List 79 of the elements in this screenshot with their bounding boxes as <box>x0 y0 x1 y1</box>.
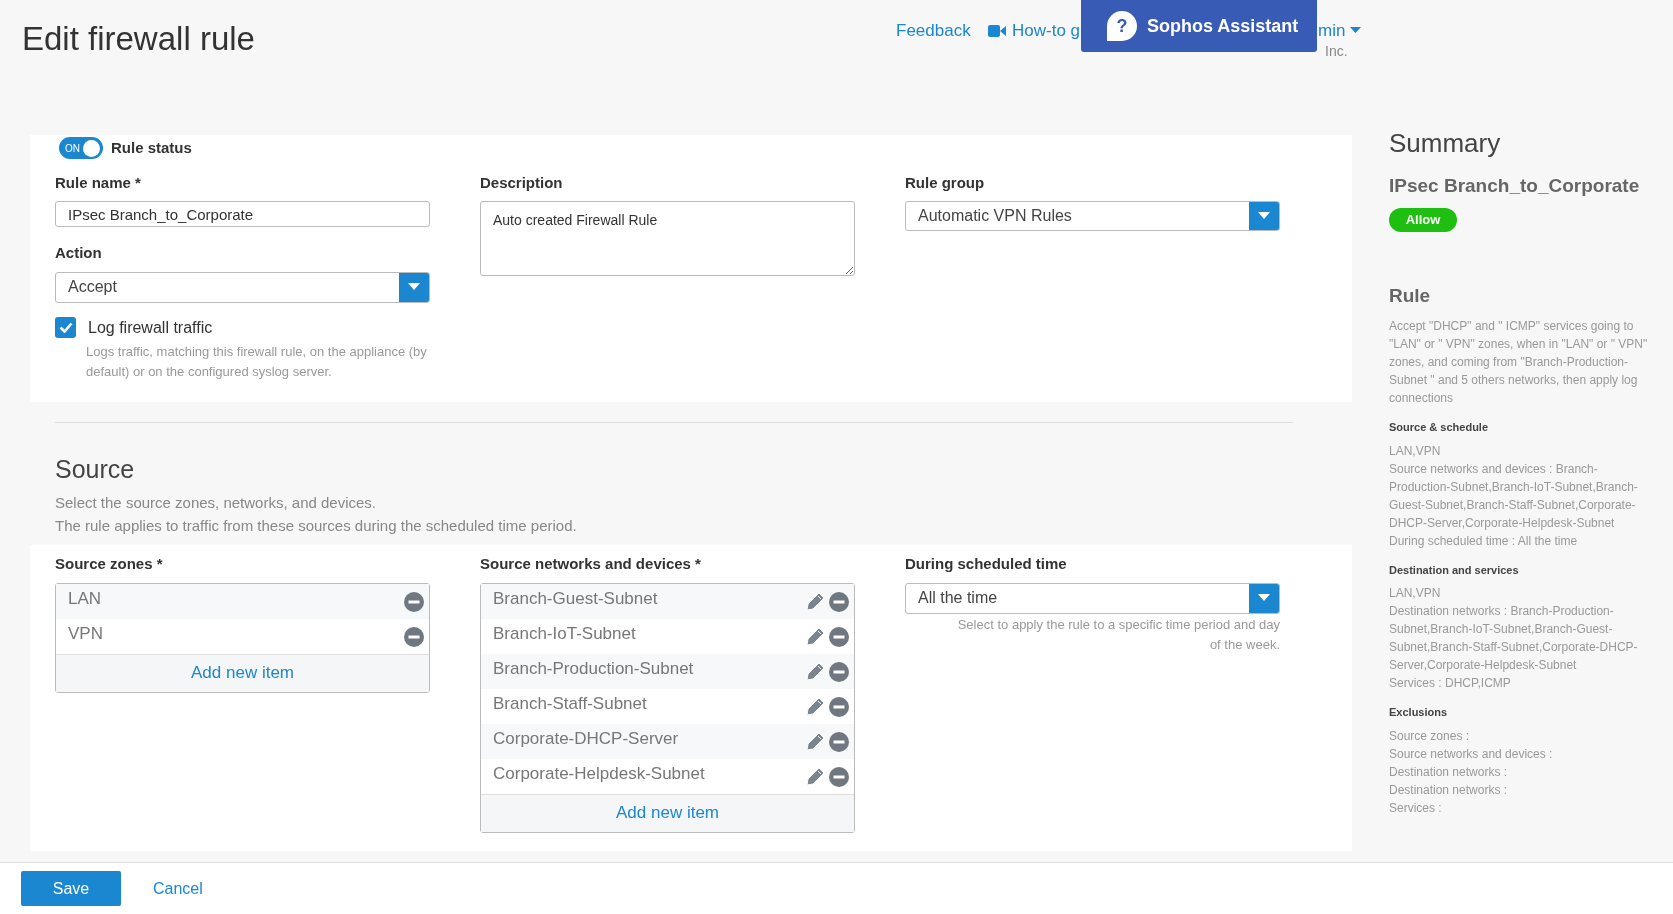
save-button[interactable]: Save <box>21 871 121 906</box>
cancel-link[interactable]: Cancel <box>153 876 203 901</box>
remove-icon[interactable] <box>829 696 849 717</box>
remove-icon[interactable] <box>829 731 849 752</box>
field-label: Rule group <box>905 172 986 193</box>
dropdown-caret-icon[interactable] <box>1249 583 1279 613</box>
list-item: LAN <box>68 587 103 610</box>
check-icon <box>58 322 73 333</box>
help-text: Logs traffic, matching this firewall rule, on the appliance (by default) or on the configured syslog server. <box>86 342 428 381</box>
summary-subheading: Destination and services <box>1389 562 1520 578</box>
summary-rule-name: IPsec Branch_to_Corporate <box>1389 174 1641 198</box>
remove-icon[interactable] <box>829 626 849 647</box>
list-item: Branch-Production-Subnet <box>493 657 695 680</box>
section-heading: Source <box>55 453 136 485</box>
summary-subheading: Source & schedule <box>1389 420 1490 435</box>
summary-line: Services : <box>1389 799 1443 817</box>
summary-line: During scheduled time : All the time <box>1389 532 1579 550</box>
help-bubble-icon: ? <box>1107 11 1137 41</box>
remove-icon[interactable] <box>829 661 849 682</box>
status-toggle[interactable]: ON <box>59 137 103 160</box>
list-item: Corporate-DHCP-Server <box>493 727 680 750</box>
add-item-link[interactable]: Add new item <box>191 660 294 686</box>
assistant-button[interactable]: ? Sophos Assistant <box>1081 0 1317 52</box>
section-description: Select the source zones, networks, and devices. <box>55 493 377 513</box>
field-label: During scheduled time <box>905 554 1068 574</box>
field-label: Rule name * <box>55 172 142 193</box>
how-to-link[interactable]: How-to g <box>988 18 1081 44</box>
field-label: Source networks and devices * <box>480 554 702 574</box>
add-item-link[interactable]: Add new item <box>616 800 719 826</box>
summary-line: LAN,VPN <box>1389 585 1442 602</box>
company-name: Inc. <box>1325 42 1348 61</box>
feedback-link[interactable]: Feedback <box>896 18 971 44</box>
log-checkbox[interactable] <box>55 317 76 338</box>
list-item: Branch-IoT-Subnet <box>493 622 637 645</box>
summary-line: Source networks and devices : Branch-Production-Subnet,Branch-IoT-Subnet,Branch-Guest-Subnet,Branch-Staff-Subnet,Corporate-DHCP-Server,Corporate-Helpdesk-Subnet <box>1389 460 1639 532</box>
list-item: Branch-Staff-Subnet <box>493 692 648 715</box>
summary-subheading: Exclusions <box>1389 705 1449 720</box>
edit-pencil-icon[interactable] <box>805 661 825 682</box>
remove-icon[interactable] <box>829 766 849 787</box>
field-label: Action <box>55 243 103 263</box>
edit-pencil-icon[interactable] <box>805 591 825 612</box>
summary-line: LAN,VPN <box>1389 442 1442 460</box>
video-camera-icon <box>988 24 1006 37</box>
admin-menu[interactable]: min <box>1318 18 1362 44</box>
remove-icon[interactable] <box>404 591 424 612</box>
summary-line: Source zones : <box>1389 727 1471 745</box>
dropdown-caret-icon[interactable] <box>1249 202 1279 230</box>
summary-text: Accept "DHCP" and " ICMP" services going to "LAN" or " VPN" zones, when in "LAN" or " VPN" zones, and coming from "Branch-Production-Subnet " and 5 others networks, then apply log connections <box>1389 318 1649 407</box>
summary-line: Destination networks : <box>1389 763 1509 781</box>
rule-name-field[interactable]: IPsec Branch_to_Corporate <box>55 201 430 227</box>
summary-line: Destination networks : Branch-Production-Subnet,Branch-IoT-Subnet,Branch-Guest-Subnet,Branch-Staff-Subnet,Corporate-DHCP-Server,Corporate-Helpdesk-Subnet <box>1389 603 1639 674</box>
action-select[interactable]: Accept <box>55 271 430 303</box>
caret-icon <box>1350 27 1362 35</box>
list-item: Corporate-Helpdesk-Subnet <box>493 762 706 785</box>
section-description: The rule applies to traffic from these sources during the scheduled time period. <box>55 516 578 536</box>
edit-pencil-icon[interactable] <box>805 766 825 787</box>
edit-pencil-icon[interactable] <box>805 731 825 752</box>
edit-pencil-icon[interactable] <box>805 696 825 717</box>
list-item: VPN <box>68 622 104 645</box>
summary-title: Summary <box>1389 127 1502 160</box>
toggle-label: Rule status <box>111 138 192 158</box>
rule-group-select[interactable]: Automatic VPN Rules <box>905 201 1280 231</box>
list-item: Branch-Guest-Subnet <box>493 587 659 610</box>
summary-heading: Rule <box>1389 283 1432 308</box>
remove-icon[interactable] <box>404 626 424 647</box>
edit-pencil-icon[interactable] <box>805 626 825 647</box>
summary-line: Destination networks : <box>1389 781 1509 799</box>
summary-line: Source networks and devices : <box>1389 745 1554 763</box>
description-field[interactable]: Auto created Firewall Rule <box>480 201 855 276</box>
allow-badge: Allow <box>1389 207 1457 232</box>
dropdown-caret-icon[interactable] <box>399 272 429 302</box>
checkbox-label: Log firewall traffic <box>88 317 213 338</box>
help-text: Select to apply the rule to a specific time period and day of the week. <box>956 615 1280 654</box>
summary-line: Services : DHCP,ICMP <box>1389 675 1512 692</box>
remove-icon[interactable] <box>829 591 849 612</box>
field-label: Description <box>480 172 564 193</box>
schedule-select[interactable]: All the time <box>905 582 1280 614</box>
page-title: Edit firewall rule <box>22 19 255 59</box>
field-label: Source zones * <box>55 554 164 574</box>
